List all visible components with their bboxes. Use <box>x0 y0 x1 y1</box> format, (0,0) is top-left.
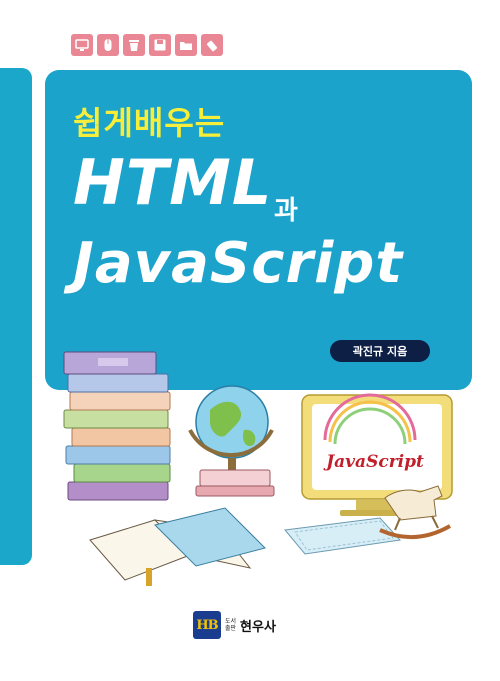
globe <box>188 385 275 497</box>
publisher-label-line2: 출판 <box>225 625 237 632</box>
usb-drive-icon <box>201 34 223 56</box>
cover-title-html: HTML <box>73 146 273 219</box>
trash-icon <box>123 34 145 56</box>
cover-title-conjunction: 과 <box>274 196 298 226</box>
computer-icon <box>71 34 93 56</box>
publisher-label-line1: 도서 <box>225 618 237 625</box>
cover-subtitle: 쉽게배우는 <box>73 104 226 142</box>
keyboard <box>284 517 402 555</box>
publisher-name: 현우사 <box>240 619 276 635</box>
publisher: HB 도서 출판 현우사 <box>193 611 276 639</box>
icon-row <box>71 34 223 56</box>
cover-title-javascript: JavaScript <box>73 231 404 296</box>
book-stack <box>63 351 171 501</box>
author-badge: 곽진규 지음 <box>330 340 430 362</box>
publisher-logo: HB <box>193 611 221 639</box>
folder-icon <box>175 34 197 56</box>
monitor-screen-label: JavaScript <box>326 452 424 472</box>
left-accent-strip <box>0 68 32 565</box>
mouse-icon <box>97 34 119 56</box>
floppy-disk-icon <box>149 34 171 56</box>
publisher-label: 도서 출판 <box>225 618 236 632</box>
